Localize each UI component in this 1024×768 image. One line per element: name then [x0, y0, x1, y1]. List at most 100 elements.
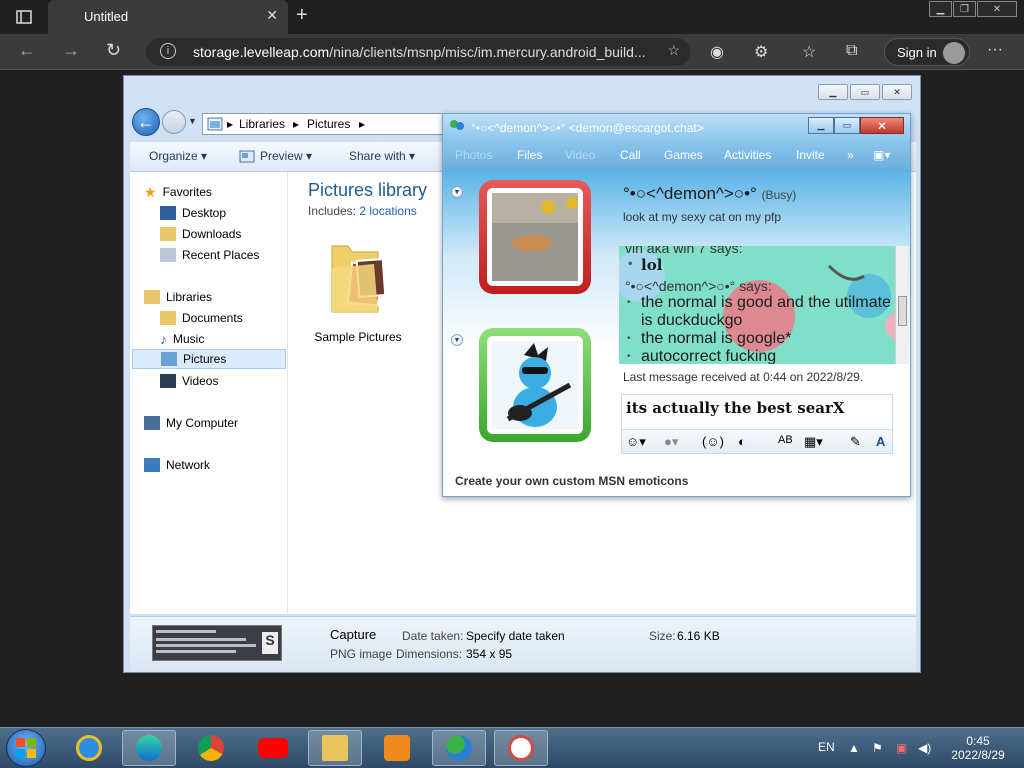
nav-network-label: Network [166, 458, 211, 472]
collections-icon[interactable]: ⧉ [846, 42, 857, 60]
menu-activities[interactable]: Activities [724, 148, 771, 162]
nav-downloads-label: Downloads [182, 227, 242, 241]
action-center-icon[interactable]: ⚑ [872, 741, 883, 755]
language-indicator[interactable]: EN [818, 740, 835, 754]
msn-close-icon[interactable]: ✕ [860, 117, 904, 134]
explorer-back-button[interactable]: ← [132, 108, 160, 136]
nudge-icon[interactable]: (☺) [702, 434, 724, 449]
taskbar-edge[interactable] [122, 730, 176, 766]
sample-pictures-folder[interactable]: Sample Pictures [308, 234, 408, 354]
recent-pages-icon[interactable]: ▼ [188, 116, 197, 126]
new-tab-icon[interactable]: + [296, 4, 308, 27]
url-field[interactable]: i storage.levelleap.com/nina/clients/msn… [146, 38, 690, 66]
compose-text[interactable]: its actually the best searX [626, 399, 845, 417]
menu-files[interactable]: Files [517, 148, 542, 162]
documents-icon [160, 311, 176, 325]
history-scrollbar[interactable] [895, 246, 909, 364]
background-icon[interactable]: ▦▾ [804, 434, 823, 450]
nav-desktop[interactable]: Desktop [160, 203, 226, 223]
minimize-icon[interactable]: ▁ [929, 1, 952, 17]
taskbar-youtube[interactable] [246, 730, 300, 766]
explorer-minimize-icon[interactable]: ▁ [818, 84, 848, 100]
nav-videos[interactable]: Videos [160, 371, 218, 391]
nav-network[interactable]: Network [144, 455, 210, 475]
date-taken-value[interactable]: Specify date taken [466, 629, 565, 643]
network-status-icon[interactable]: ▣ [896, 741, 907, 755]
snipping-tool-icon [508, 735, 534, 761]
add-favorite-icon[interactable]: ☆ [667, 42, 680, 59]
forward-icon[interactable]: → [62, 40, 80, 61]
nav-downloads[interactable]: Downloads [160, 224, 241, 244]
history-message-2: the normal is good and the utilmate is d… [625, 294, 891, 330]
more-options-icon[interactable]: ··· [987, 41, 1003, 59]
close-tab-icon[interactable]: ✕ [266, 7, 278, 24]
compose-box[interactable]: its actually the best searX ☺▾ ●▾ (☺) ◐ … [621, 394, 893, 454]
compose-toolbar: ☺▾ ●▾ (☺) ◐ AB ▦▾ ✎ A [622, 429, 892, 453]
menu-call[interactable]: Call [620, 148, 641, 162]
refresh-icon[interactable]: ↻ [106, 40, 121, 61]
share-with-button[interactable]: Share with ▾ [349, 149, 415, 163]
font-icon[interactable]: AB [778, 434, 793, 446]
locations-link[interactable]: 2 locations [359, 204, 416, 218]
organize-button[interactable]: Organize ▾ [149, 149, 207, 163]
msn-maximize-icon[interactable]: ▭ [834, 117, 860, 134]
menu-photos[interactable]: Photos [455, 148, 492, 162]
show-hidden-icons[interactable]: ▲ [848, 741, 860, 755]
nav-favorites[interactable]: ★ Favorites [144, 182, 212, 202]
taskbar-explorer[interactable] [308, 730, 362, 766]
emoticon-icon[interactable]: ☺▾ [626, 434, 646, 450]
breadcrumb-libraries[interactable]: Libraries [239, 117, 285, 131]
nav-pictures[interactable]: Pictures [132, 349, 286, 369]
history-scroll-thumb[interactable] [898, 296, 907, 326]
taskbar-msn[interactable] [432, 730, 486, 766]
taskbar-snipping-tool[interactable] [494, 730, 548, 766]
taskbar-chrome[interactable] [184, 730, 238, 766]
menu-more[interactable]: » [847, 148, 854, 162]
nav-libraries-label: Libraries [166, 290, 213, 304]
browser-tab-bar: Untitled ✕ + ▁ ❐ ✕ [0, 0, 1024, 34]
voice-clip-icon[interactable]: ◐ [738, 434, 746, 449]
collapse-my-pic-icon[interactable]: ▼ [451, 334, 463, 346]
text-format-icon[interactable]: A [876, 434, 885, 449]
msn-promo-footer[interactable]: Create your own custom MSN emoticons [455, 474, 688, 488]
sign-in-button[interactable]: Sign in [884, 38, 970, 66]
start-button[interactable] [6, 729, 46, 767]
nav-my-computer[interactable]: My Computer [144, 413, 238, 433]
message-history[interactable]: vin aka win 7 says: lol °•○<^demon^>○•° … [619, 246, 909, 364]
restore-icon[interactable]: ❐ [953, 1, 976, 17]
menu-options-icon[interactable]: ▣▾ [873, 148, 890, 162]
explorer-maximize-icon[interactable]: ▭ [850, 84, 880, 100]
taskbar-ie[interactable] [62, 730, 116, 766]
favorites-icon[interactable]: ☆ [802, 42, 816, 62]
contact-display-picture[interactable] [479, 180, 591, 294]
nav-pictures-label: Pictures [183, 352, 227, 366]
breadcrumb-pictures[interactable]: Pictures [307, 117, 350, 131]
my-display-picture[interactable] [479, 328, 591, 442]
collapse-contact-pic-icon[interactable]: ▼ [451, 186, 463, 198]
taskbar-media-player[interactable] [370, 730, 424, 766]
extensions-icon[interactable]: ⚙ [754, 42, 768, 62]
guitar-avatar [492, 341, 578, 429]
wink-icon[interactable]: ●▾ [664, 434, 678, 450]
nav-documents[interactable]: Documents [160, 308, 243, 328]
msn-minimize-icon[interactable]: ▁ [808, 117, 834, 134]
explorer-close-icon[interactable]: ✕ [882, 84, 912, 100]
site-info-icon[interactable]: i [160, 43, 176, 59]
system-clock[interactable]: 0:45 2022/8/29 [948, 734, 1008, 762]
menu-video[interactable]: Video [565, 148, 595, 162]
nav-libraries[interactable]: Libraries [144, 287, 212, 307]
explorer-forward-button[interactable] [162, 110, 186, 134]
close-window-icon[interactable]: ✕ [977, 1, 1017, 17]
preview-button[interactable]: Preview ▾ [260, 149, 312, 163]
nav-music[interactable]: ♪ Music [160, 329, 204, 349]
size-value: 6.16 KB [677, 629, 720, 643]
menu-invite[interactable]: Invite [796, 148, 825, 162]
back-icon[interactable]: ← [18, 40, 36, 61]
profile-sync-icon[interactable]: ◉ [710, 42, 724, 62]
nav-recent-places[interactable]: Recent Places [160, 245, 259, 265]
tab-actions-icon[interactable] [8, 5, 40, 29]
volume-icon[interactable]: ◀) [918, 741, 931, 755]
handwriting-icon[interactable]: ✎ [850, 434, 861, 450]
menu-games[interactable]: Games [664, 148, 703, 162]
browser-tab[interactable]: Untitled ✕ [48, 0, 288, 34]
